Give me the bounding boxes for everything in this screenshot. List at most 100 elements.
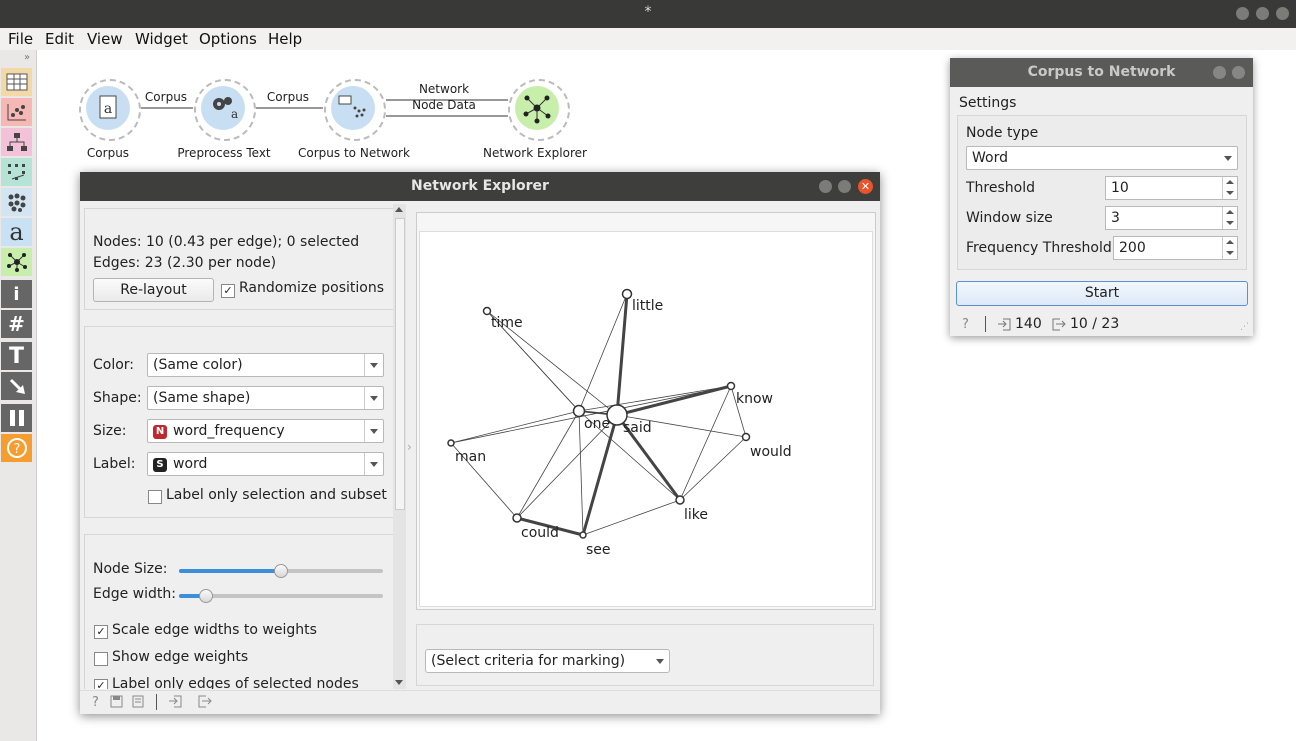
help-icon[interactable]: ?	[962, 317, 969, 332]
spin-up-icon[interactable]	[1222, 237, 1237, 248]
label-edges-checkbox[interactable]: ✓	[94, 679, 108, 689]
color-combo[interactable]: (Same color)	[147, 353, 384, 377]
spin-up-icon[interactable]	[1222, 207, 1237, 218]
collapse-icon[interactable]: »	[24, 52, 30, 63]
edge-width-slider[interactable]	[179, 589, 383, 603]
frequency-threshold-spinbox[interactable]: 200	[1113, 236, 1238, 260]
graph-node-little[interactable]	[621, 288, 633, 300]
minimize-button[interactable]	[1236, 7, 1249, 20]
graph-node-label: would	[750, 444, 792, 460]
label-combo[interactable]: Sword	[147, 452, 384, 476]
explorer-close-button[interactable]: ✕	[858, 179, 873, 194]
color-label: Color:	[93, 357, 135, 373]
graph-node-like[interactable]	[675, 495, 685, 505]
pause-icon[interactable]	[1, 404, 32, 432]
menu-file[interactable]: File	[8, 30, 33, 48]
menu-view[interactable]: View	[87, 30, 123, 48]
spin-down-icon[interactable]	[1222, 188, 1237, 199]
svg-text:a: a	[104, 101, 112, 117]
randomize-checkbox[interactable]: ✓	[221, 284, 235, 298]
settings-label: Settings	[959, 95, 1017, 111]
show-weights-checkbox[interactable]	[94, 652, 108, 666]
corpus-icon: a	[86, 86, 130, 130]
spin-down-icon[interactable]	[1222, 218, 1237, 229]
output-count: 10 / 23	[1070, 316, 1120, 332]
svg-text:?: ?	[13, 442, 20, 457]
network-explorer-widget[interactable]	[508, 79, 570, 141]
label-only-selection-label: Label only selection and subset	[166, 487, 387, 503]
close-button[interactable]	[1276, 7, 1289, 20]
graph-node-could[interactable]	[512, 513, 522, 523]
report-icon[interactable]	[132, 695, 144, 712]
network-icon[interactable]	[1, 248, 32, 276]
graph-edge	[582, 499, 681, 536]
clustering-icon[interactable]	[1, 188, 32, 216]
resize-grip-icon[interactable]: ⋰	[1240, 322, 1249, 332]
scale-edge-checkbox[interactable]: ✓	[94, 625, 108, 639]
info-box: Nodes: 10 (0.43 per edge); 0 selected Ed…	[84, 208, 395, 310]
color-value: (Same color)	[153, 357, 243, 373]
menu-help[interactable]: Help	[268, 30, 302, 48]
node-size-slider-handle[interactable]	[274, 564, 288, 578]
relayout-button[interactable]: Re-layout	[93, 278, 214, 302]
graph-node-see[interactable]	[579, 531, 587, 539]
explorer-minimize-button[interactable]	[819, 180, 832, 193]
node-size-slider-fill	[179, 569, 281, 573]
input-count: 140	[1015, 316, 1042, 332]
tree-icon[interactable]	[1, 128, 32, 156]
splitter-handle-icon[interactable]: ›	[407, 440, 412, 454]
shape-value: (Same shape)	[153, 390, 251, 406]
explorer-maximize-button[interactable]	[838, 180, 851, 193]
graph-node-label: one	[584, 416, 610, 432]
network-explorer-widget-label: Network Explorer	[483, 146, 587, 160]
graph-node-know[interactable]	[726, 381, 736, 391]
maximize-button[interactable]	[1256, 7, 1269, 20]
help-icon[interactable]: ?	[92, 695, 99, 710]
scroll-thumb[interactable]	[395, 218, 405, 510]
menu-edit[interactable]: Edit	[45, 30, 74, 48]
menu-widget[interactable]: Widget	[135, 30, 188, 48]
window-size-spinbox[interactable]: 3	[1105, 206, 1238, 230]
spin-down-icon[interactable]	[1222, 248, 1237, 259]
marking-combo[interactable]: (Select criteria for marking)	[425, 649, 670, 673]
info-icon[interactable]: i	[1, 280, 32, 308]
text-tool-icon[interactable]: T	[1, 342, 32, 370]
corpus-widget[interactable]: a	[79, 79, 141, 141]
scroll-up-icon[interactable]	[395, 207, 403, 212]
ctn-minimize-button[interactable]	[1213, 66, 1226, 79]
node-type-combo[interactable]: Word	[966, 146, 1238, 170]
graph-node-time[interactable]	[482, 306, 492, 316]
window-title: *	[644, 4, 652, 20]
threshold-spinbox[interactable]: 10	[1105, 176, 1238, 200]
size-combo[interactable]: Nword_frequency	[147, 419, 384, 443]
scatter-plot-icon[interactable]	[1, 98, 32, 126]
input-icon	[997, 318, 1011, 335]
graph-node-would[interactable]	[741, 432, 751, 442]
corpus-to-network-widget[interactable]	[324, 79, 386, 141]
grid-icon[interactable]: #	[1, 310, 32, 338]
status-divider	[156, 694, 157, 710]
label-only-selection-checkbox[interactable]	[148, 490, 162, 504]
shape-combo[interactable]: (Same shape)	[147, 386, 384, 410]
spin-up-icon[interactable]	[1222, 177, 1237, 188]
node-size-slider[interactable]	[179, 564, 383, 578]
preprocess-widget[interactable]: a	[194, 79, 256, 141]
size-value: word_frequency	[173, 423, 285, 439]
data-table-icon[interactable]	[1, 68, 32, 96]
graph-view[interactable]: little time know one said would man like could se…	[419, 231, 873, 607]
distance-map-icon[interactable]	[1, 158, 32, 186]
arrow-tool-icon[interactable]	[1, 372, 32, 400]
control-scrollbar[interactable]	[393, 204, 406, 689]
start-button[interactable]: Start	[956, 281, 1248, 306]
text-icon[interactable]: a	[1, 218, 32, 246]
save-icon[interactable]	[110, 695, 123, 712]
graph-node-one[interactable]	[572, 404, 586, 418]
edge-width-slider-handle[interactable]	[198, 589, 213, 603]
network-graph[interactable]: little time know one said would man like could se…	[420, 232, 872, 606]
menu-options[interactable]: Options	[199, 30, 257, 48]
display-box: Color: (Same color) Shape: (Same shape) …	[84, 326, 395, 518]
help-icon[interactable]: ?	[1, 434, 32, 462]
scroll-down-icon[interactable]	[395, 680, 403, 685]
graph-node-man[interactable]	[447, 439, 455, 447]
ctn-close-button[interactable]	[1232, 66, 1245, 79]
